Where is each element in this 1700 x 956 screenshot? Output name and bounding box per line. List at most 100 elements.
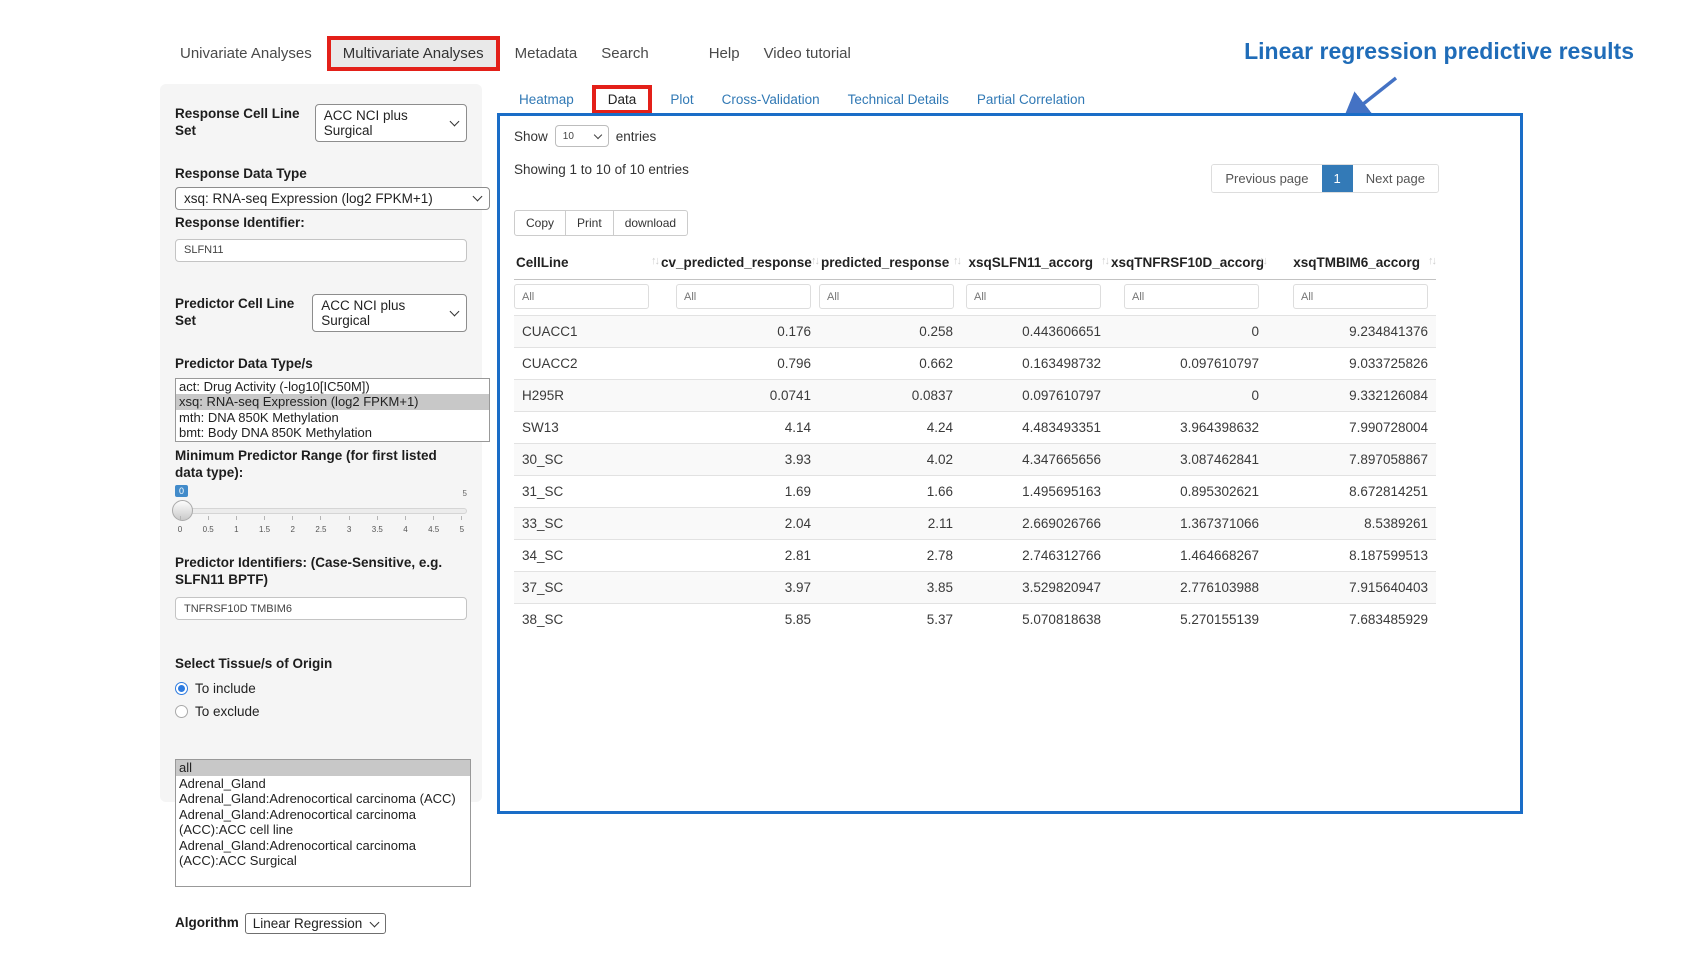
- column-header-xsqtnfrsf10d-accorg[interactable]: xsqTNFRSF10D_accorg↑↓: [1109, 246, 1267, 280]
- column-header-xsqtmbim6-accorg[interactable]: xsqTMBIM6_accorg↑↓: [1267, 246, 1436, 280]
- tab-technical-details[interactable]: Technical Details: [834, 87, 963, 112]
- response-data-type-label: Response Data Type: [175, 166, 467, 183]
- tissue-exclude-radio[interactable]: To exclude: [175, 704, 467, 719]
- tissue-option-4[interactable]: Adrenal_Gland:Adrenocortical carcinoma (…: [176, 838, 470, 869]
- value-cell: 0.176: [659, 316, 819, 348]
- table-row: 31_SC1.691.661.4956951630.8953026218.672…: [514, 476, 1436, 508]
- sort-icon[interactable]: ↑↓: [953, 255, 960, 267]
- slider-track[interactable]: [175, 508, 467, 514]
- tick-label: 2: [291, 525, 295, 534]
- table-row: 37_SC3.973.853.5298209472.7761039887.915…: [514, 572, 1436, 604]
- sort-icon[interactable]: ↑↓: [1259, 255, 1266, 267]
- copy-button[interactable]: Copy: [514, 210, 566, 236]
- column-header-cv-predicted-response[interactable]: cv_predicted_response↑↓: [659, 246, 819, 280]
- result-tabs: HeatmapDataPlotCross-ValidationTechnical…: [505, 85, 1099, 113]
- column-filter-input-xsqslfn11-accorg[interactable]: [966, 284, 1101, 309]
- predictor-cell-line-set-select[interactable]: ACC NCI plus Surgical: [312, 294, 467, 332]
- value-cell: 3.964398632: [1109, 412, 1267, 444]
- chevron-down-icon: [450, 306, 460, 316]
- value-cell: 2.04: [659, 508, 819, 540]
- column-filter-input-xsqtnfrsf10d-accorg[interactable]: [1124, 284, 1259, 309]
- value-cell: 7.897058867: [1267, 444, 1436, 476]
- sort-icon[interactable]: ↑↓: [811, 255, 818, 267]
- cell-line-cell: 31_SC: [514, 476, 659, 508]
- column-header-predicted-response[interactable]: predicted_response↑↓: [819, 246, 961, 280]
- next-page-button[interactable]: Next page: [1353, 165, 1438, 192]
- cell-line-cell: CUACC2: [514, 348, 659, 380]
- nav-item-metadata[interactable]: Metadata: [503, 37, 590, 70]
- tab-data[interactable]: Data: [592, 85, 653, 114]
- results-panel: Show 10 entries Showing 1 to 10 of 10 en…: [497, 113, 1523, 814]
- value-cell: 4.02: [819, 444, 961, 476]
- nav-item-search[interactable]: Search: [589, 37, 661, 70]
- column-header-xsqslfn11-accorg[interactable]: xsqSLFN11_accorg ↑↓: [961, 246, 1109, 280]
- annotation-title: Linear regression predictive results: [1244, 38, 1634, 65]
- nav-item-video-tutorial[interactable]: Video tutorial: [752, 37, 863, 70]
- value-cell: 9.234841376: [1267, 316, 1436, 348]
- previous-page-button[interactable]: Previous page: [1212, 165, 1321, 192]
- tab-heatmap[interactable]: Heatmap: [505, 87, 588, 112]
- slider-tick-4-5: 4.5: [429, 516, 439, 534]
- algorithm-select[interactable]: Linear Regression: [245, 913, 387, 934]
- slider-ticks: 00.511.522.533.544.55: [175, 516, 467, 534]
- column-header-cellline[interactable]: CellLine ↑↓: [514, 246, 659, 280]
- download-button[interactable]: download: [613, 210, 688, 236]
- tick-label: 4: [403, 525, 407, 534]
- page-length-select[interactable]: 10: [555, 125, 609, 147]
- tissue-option-1[interactable]: Adrenal_Gland: [176, 776, 470, 792]
- column-filter-input-predicted-response[interactable]: [819, 284, 954, 309]
- value-cell: 4.483493351: [961, 412, 1109, 444]
- data-type-option-bmt[interactable]: bmt: Body DNA 850K Methylation: [176, 425, 489, 441]
- response-cell-line-set-select[interactable]: ACC NCI plus Surgical: [315, 104, 467, 142]
- value-cell: 5.070818638: [961, 604, 1109, 636]
- print-button[interactable]: Print: [565, 210, 614, 236]
- tissue-origin-label: Select Tissue/s of Origin: [175, 656, 467, 673]
- tissue-include-radio[interactable]: To include: [175, 681, 467, 696]
- value-cell: 0.258: [819, 316, 961, 348]
- tissue-list[interactable]: allAdrenal_GlandAdrenal_Gland:Adrenocort…: [175, 759, 471, 887]
- data-type-option-act[interactable]: act: Drug Activity (-log10[IC50M]): [176, 379, 489, 395]
- cell-line-cell: CUACC1: [514, 316, 659, 348]
- page-1-button[interactable]: 1: [1322, 165, 1353, 192]
- value-cell: 2.11: [819, 508, 961, 540]
- tissue-option-0[interactable]: all: [176, 760, 470, 776]
- nav-item-help[interactable]: Help: [697, 37, 752, 70]
- tissue-option-3[interactable]: Adrenal_Gland:Adrenocortical carcinoma (…: [176, 807, 470, 838]
- nav-item-multivariate-analyses[interactable]: Multivariate Analyses: [327, 36, 500, 71]
- cell-line-cell: SW13: [514, 412, 659, 444]
- tab-cross-validation[interactable]: Cross-Validation: [708, 87, 834, 112]
- sort-icon[interactable]: ↑↓: [651, 255, 658, 267]
- column-filter-input-xsqtmbim6-accorg[interactable]: [1293, 284, 1428, 309]
- sort-icon[interactable]: ↑↓: [1101, 255, 1108, 267]
- sort-icon[interactable]: ↑↓: [1428, 255, 1435, 267]
- value-cell: 4.14: [659, 412, 819, 444]
- chevron-down-icon: [370, 917, 380, 927]
- value-cell: 2.78: [819, 540, 961, 572]
- response-data-type-select[interactable]: xsq: RNA-seq Expression (log2 FPKM+1): [175, 187, 490, 210]
- column-filter-input-cellline[interactable]: [514, 284, 649, 309]
- algorithm-value: Linear Regression: [253, 916, 363, 931]
- filter-cell-xsqtmbim6-accorg: [1267, 280, 1436, 316]
- cell-line-cell: 38_SC: [514, 604, 659, 636]
- min-predictor-range-slider[interactable]: 0 5 00.511.522.533.544.55: [175, 485, 467, 541]
- filter-cell-xsqtnfrsf10d-accorg: [1109, 280, 1267, 316]
- value-cell: 3.529820947: [961, 572, 1109, 604]
- value-cell: 2.776103988: [1109, 572, 1267, 604]
- column-header-label: xsqSLFN11_accorg: [968, 255, 1093, 270]
- nav-item-univariate-analyses[interactable]: Univariate Analyses: [168, 37, 324, 70]
- response-identifier-input[interactable]: [175, 239, 467, 262]
- chevron-down-icon: [594, 130, 602, 138]
- data-type-option-mth[interactable]: mth: DNA 850K Methylation: [176, 410, 489, 426]
- tab-plot[interactable]: Plot: [656, 87, 707, 112]
- radio-selected-icon: [175, 682, 188, 695]
- table-row: 34_SC2.812.782.7463127661.4646682678.187…: [514, 540, 1436, 572]
- data-type-option-xsq[interactable]: xsq: RNA-seq Expression (log2 FPKM+1): [176, 394, 489, 410]
- column-filter-input-cv-predicted-response[interactable]: [676, 284, 811, 309]
- filter-row: [514, 280, 1436, 316]
- cell-line-cell: 33_SC: [514, 508, 659, 540]
- predictor-identifiers-input[interactable]: [175, 597, 467, 620]
- tissue-option-2[interactable]: Adrenal_Gland:Adrenocortical carcinoma (…: [176, 791, 470, 807]
- predictor-data-type-list[interactable]: act: Drug Activity (-log10[IC50M])xsq: R…: [175, 378, 490, 442]
- column-header-label: CellLine: [516, 255, 569, 270]
- tab-partial-correlation[interactable]: Partial Correlation: [963, 87, 1099, 112]
